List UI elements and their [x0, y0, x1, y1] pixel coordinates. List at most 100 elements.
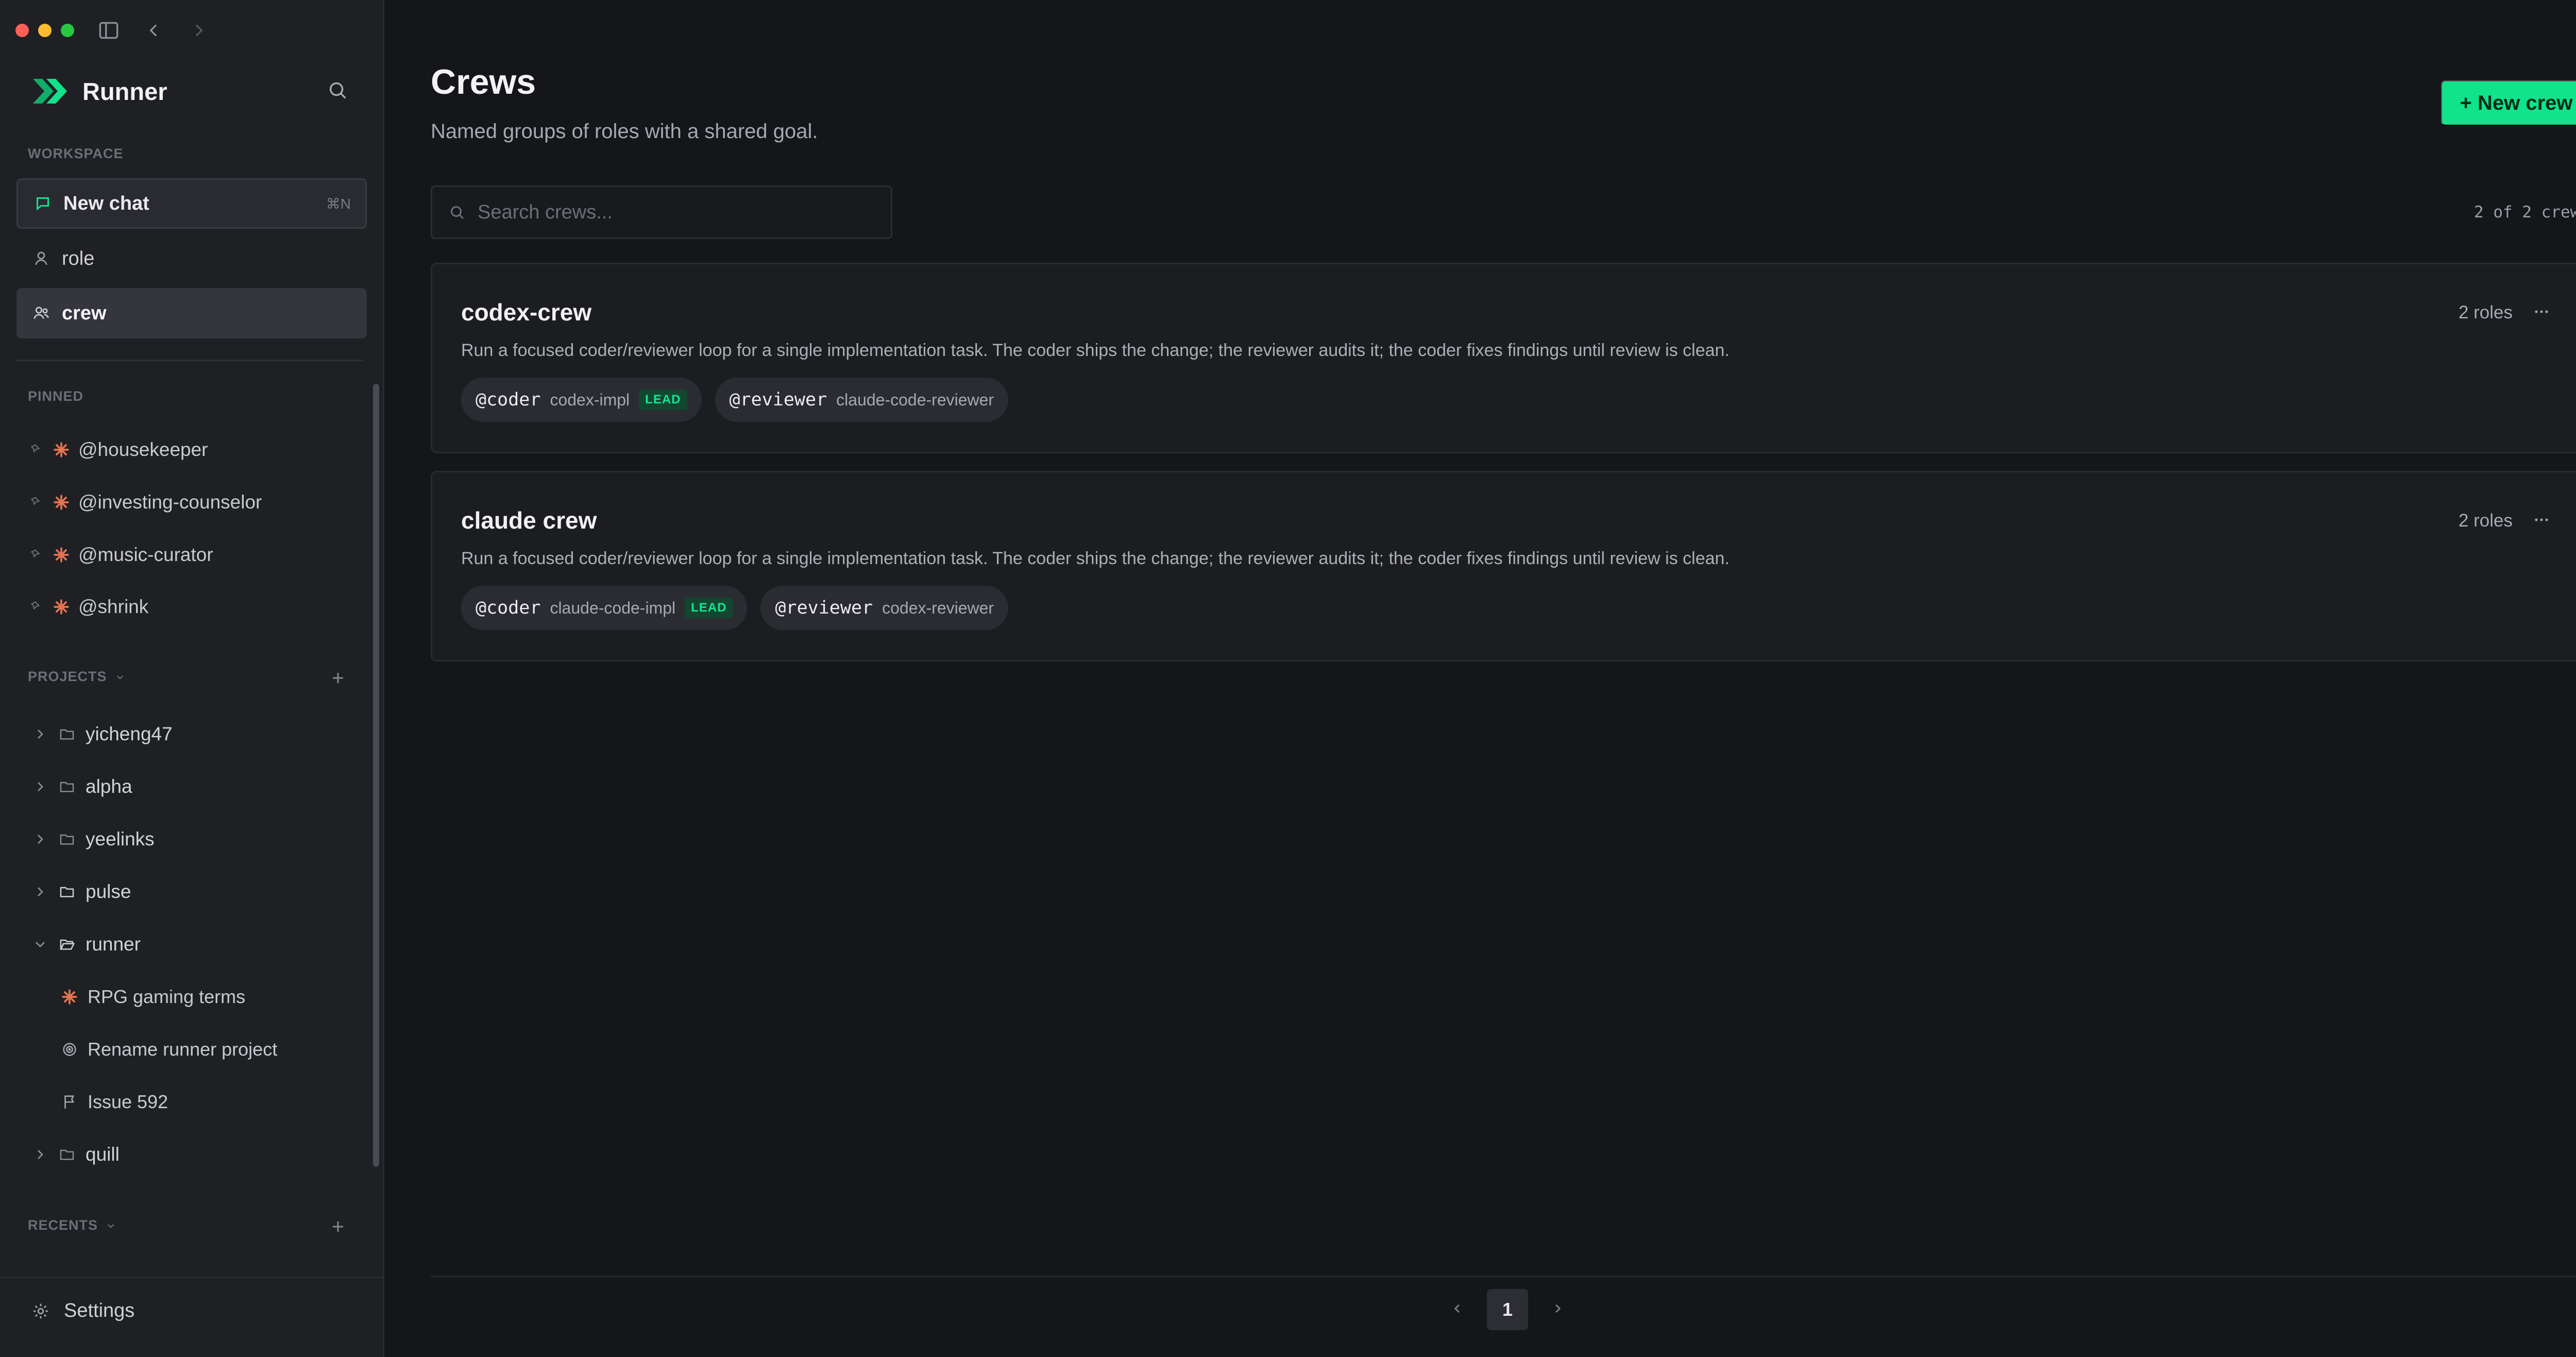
projects-label[interactable]: PROJECTS	[28, 669, 127, 685]
chevron-right-icon	[38, 1150, 43, 1159]
chat-icon	[37, 197, 49, 211]
crew-description: Run a focused coder/reviewer loop for a …	[461, 549, 1730, 568]
pin-icon	[30, 497, 40, 505]
target-icon	[63, 1043, 76, 1056]
folder-icon	[60, 834, 74, 845]
pagination: 1	[1449, 1289, 1566, 1330]
pinned-item[interactable]: @music-curator	[30, 544, 213, 566]
search-input[interactable]	[478, 201, 869, 224]
pinned-item[interactable]: @shrink	[30, 596, 148, 618]
new-chat-label: New chat	[63, 192, 149, 214]
settings-label: Settings	[64, 1300, 135, 1321]
runner-logo-icon	[31, 75, 69, 108]
folder-icon	[60, 1149, 74, 1160]
chevron-down-icon	[36, 942, 45, 947]
minimize-window-button[interactable]	[38, 24, 52, 37]
pinned-item-label: @housekeeper	[78, 439, 208, 460]
divider	[0, 1277, 384, 1278]
project-item-expanded[interactable]: runner	[32, 934, 141, 955]
session-item[interactable]: RPG gaming terms	[61, 986, 287, 1008]
search-field[interactable]	[431, 185, 892, 239]
pin-icon	[30, 549, 40, 558]
member-handle: @reviewer	[775, 598, 873, 618]
member-list: @coder codex-impl LEAD @reviewer claude-…	[461, 378, 1009, 422]
pinned-label: PINNED	[28, 388, 84, 404]
project-item[interactable]: yicheng47	[32, 723, 173, 745]
sidebar-item-crew[interactable]: crew	[16, 288, 367, 338]
session-label: Rename runner project	[88, 1039, 278, 1060]
project-label: yicheng47	[86, 723, 173, 744]
next-page-icon[interactable]	[1549, 1300, 1566, 1320]
recents-label[interactable]: RECENTS	[28, 1217, 117, 1233]
spark-icon	[54, 547, 69, 563]
spark-icon	[54, 599, 69, 615]
users-icon	[33, 307, 49, 319]
settings-button[interactable]: Settings	[31, 1300, 134, 1322]
search-icon[interactable]	[326, 78, 349, 102]
new-chat-button[interactable]: New chat ⌘N	[16, 178, 367, 229]
project-item[interactable]: alpha	[32, 776, 132, 798]
folder-icon	[60, 782, 74, 792]
session-item[interactable]: Rename runner project	[61, 1039, 287, 1060]
pin-icon	[30, 444, 40, 453]
sidebar-scrollbar[interactable]	[373, 384, 379, 1167]
project-label: runner	[86, 934, 141, 955]
crew-name: claude crew	[461, 507, 597, 534]
member-chip[interactable]: @coder claude-code-impl LEAD	[461, 586, 748, 630]
maximize-window-button[interactable]	[61, 24, 74, 37]
page-title: Crews	[431, 62, 536, 101]
session-label: Issue 592	[88, 1091, 168, 1112]
new-crew-button[interactable]: + New crew	[2441, 80, 2576, 126]
pinned-item-label: @shrink	[78, 596, 149, 617]
prev-page-icon[interactable]	[1449, 1300, 1466, 1320]
project-item[interactable]: pulse	[32, 881, 131, 903]
folder-icon	[60, 729, 74, 740]
crew-name: codex-crew	[461, 299, 592, 326]
project-label: quill	[86, 1144, 120, 1165]
page-subtitle: Named groups of roles with a shared goal…	[431, 120, 818, 143]
sidebar-item-label: role	[62, 247, 95, 269]
pinned-item[interactable]: @investing-counselor	[30, 491, 262, 513]
user-icon	[35, 251, 47, 265]
sidebar-item-label: crew	[62, 302, 107, 324]
member-chip[interactable]: @coder codex-impl LEAD	[461, 378, 702, 422]
page-number[interactable]: 1	[1487, 1289, 1528, 1330]
spark-icon	[54, 495, 69, 510]
roles-count: 2 roles	[2458, 302, 2513, 323]
member-role: claude-code-reviewer	[836, 390, 994, 409]
chevron-down-icon	[116, 675, 123, 680]
member-role: codex-impl	[550, 390, 630, 409]
workspace-label: WORKSPACE	[28, 146, 124, 161]
sidebar-toggle-icon[interactable]	[96, 18, 122, 43]
crew-card[interactable]: codex-crew 2 roles Run a focused coder/r…	[431, 263, 2576, 453]
member-chip[interactable]: @reviewer codex-reviewer	[760, 586, 1009, 630]
back-icon[interactable]	[141, 18, 167, 43]
member-list: @coder claude-code-impl LEAD @reviewer c…	[461, 586, 1009, 630]
sidebar-item-role[interactable]: role	[16, 233, 367, 284]
add-recent-icon[interactable]	[328, 1216, 348, 1237]
more-options-icon[interactable]	[2531, 301, 2552, 322]
chevron-right-icon	[38, 887, 43, 896]
pinned-item-label: @investing-counselor	[78, 491, 262, 513]
add-project-icon[interactable]	[328, 668, 348, 688]
lead-badge: LEAD	[685, 598, 733, 618]
crew-card[interactable]: claude crew 2 roles Run a focused coder/…	[431, 471, 2576, 661]
spark-icon	[54, 442, 69, 457]
more-options-icon[interactable]	[2531, 510, 2552, 530]
project-item[interactable]: quill	[32, 1144, 120, 1165]
brand: Runner	[31, 75, 167, 108]
session-label: RPG gaming terms	[88, 986, 246, 1007]
forward-icon[interactable]	[185, 18, 211, 43]
close-window-button[interactable]	[15, 24, 29, 37]
divider	[16, 360, 363, 361]
member-chip[interactable]: @reviewer claude-code-reviewer	[715, 378, 1009, 422]
session-item[interactable]: Issue 592	[61, 1091, 287, 1113]
chevron-right-icon	[38, 835, 43, 844]
pinned-item-label: @music-curator	[78, 544, 213, 565]
project-item[interactable]: yeelinks	[32, 828, 155, 850]
pinned-item[interactable]: @housekeeper	[30, 439, 208, 461]
crew-count: 2 of 2 crews	[2474, 203, 2576, 222]
shortcut-hint: ⌘N	[326, 195, 351, 212]
divider	[431, 1276, 2576, 1277]
chevron-right-icon	[38, 730, 43, 739]
